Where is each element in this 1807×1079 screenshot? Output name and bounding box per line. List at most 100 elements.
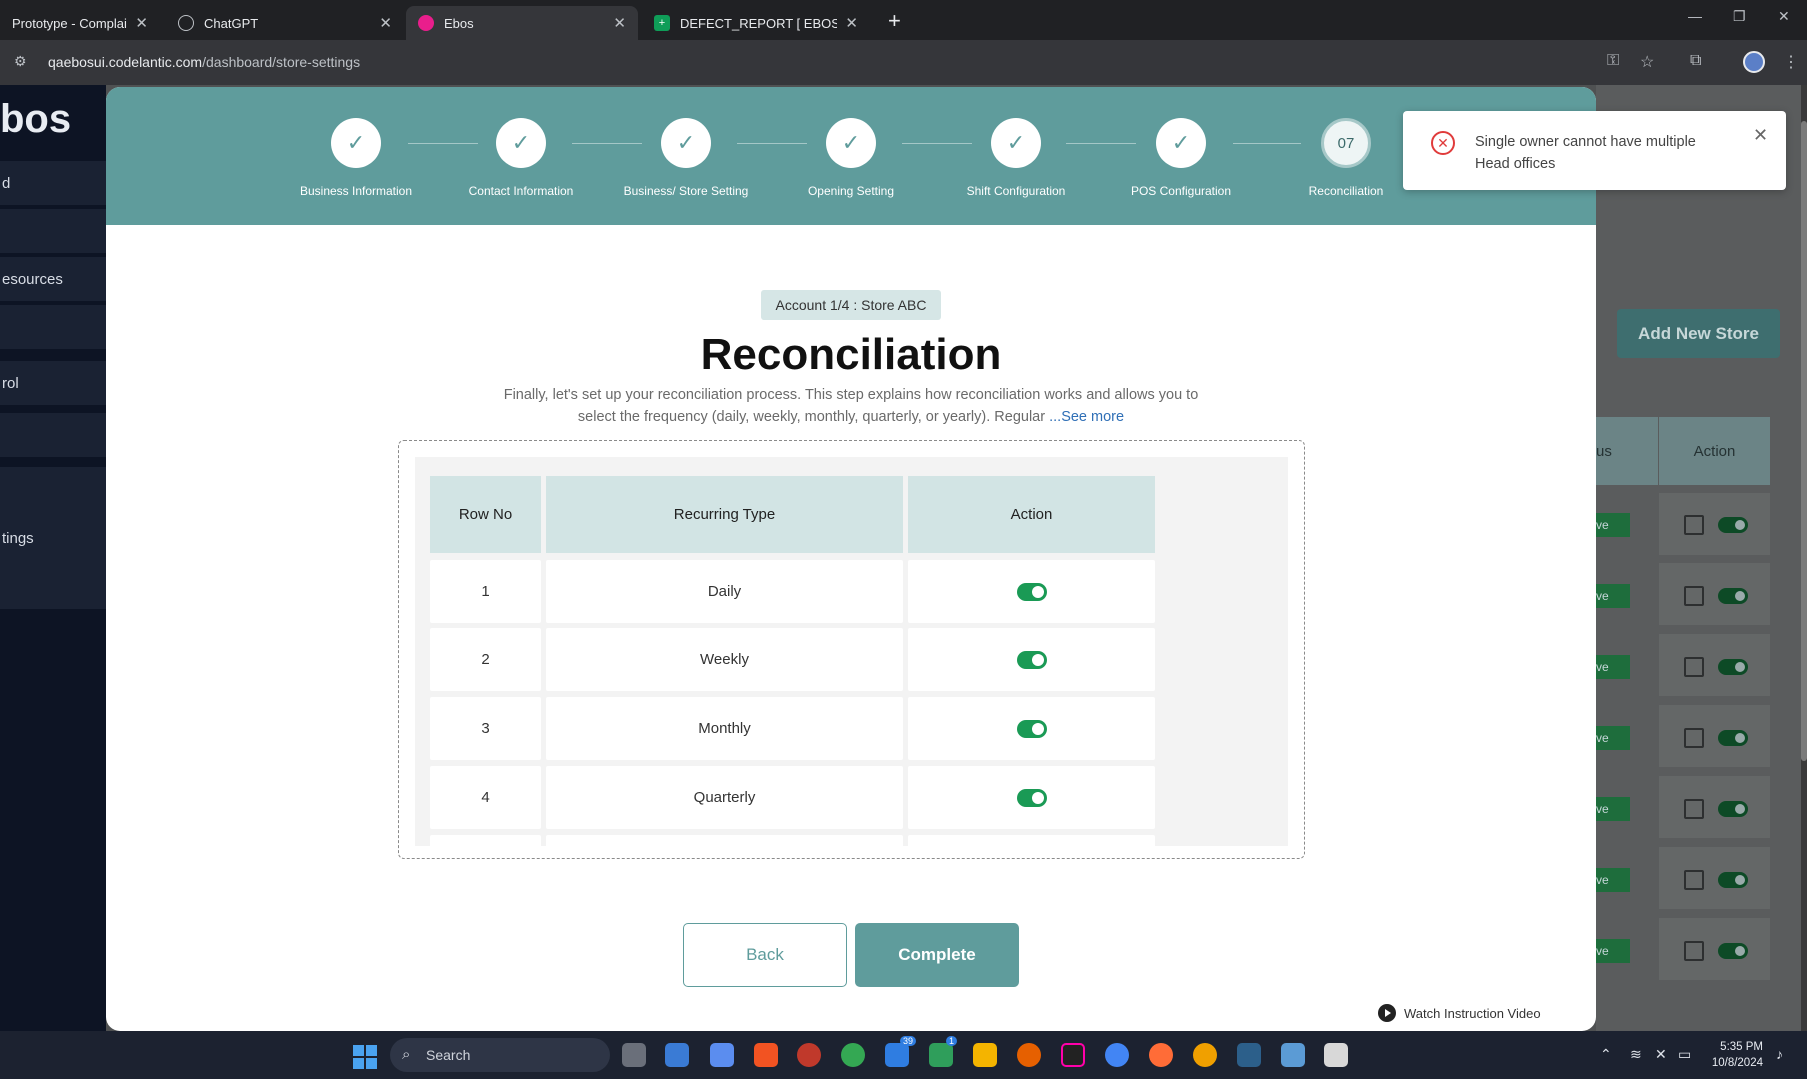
back-button[interactable]: Back — [683, 923, 847, 987]
notification-bell-icon[interactable]: ♪ — [1776, 1046, 1783, 1062]
error-toast: ✕ Single owner cannot have multiple Head… — [1403, 111, 1786, 190]
page-scrollbar-thumb[interactable] — [1801, 121, 1807, 761]
file-explorer-icon[interactable] — [973, 1043, 997, 1067]
extensions-icon[interactable]: ⧉ — [1690, 52, 1701, 70]
step-business-information[interactable]: ✓ Business Information — [271, 118, 441, 198]
watch-instruction-video-link[interactable]: Watch Instruction Video — [1378, 1004, 1541, 1022]
new-tab-button[interactable]: + — [888, 8, 901, 34]
task-view-icon[interactable] — [622, 1043, 646, 1067]
status-toggle[interactable] — [1718, 872, 1748, 888]
minimize-icon[interactable]: — — [1688, 8, 1702, 24]
bookmark-star-icon[interactable]: ☆ — [1640, 52, 1654, 72]
daily-toggle[interactable] — [1016, 582, 1047, 601]
jetbrains-icon[interactable] — [1061, 1043, 1085, 1067]
edit-icon[interactable] — [1684, 515, 1704, 535]
window-close-icon[interactable]: ✕ — [1778, 8, 1790, 25]
see-more-link[interactable]: ...See more — [1049, 409, 1124, 425]
status-toggle[interactable] — [1718, 517, 1748, 533]
url-domain: qaebosui.codelantic.com — [48, 54, 203, 70]
status-toggle[interactable] — [1718, 801, 1748, 817]
show-hidden-icons-icon[interactable]: ⌃ — [1600, 1046, 1612, 1063]
app-icon[interactable] — [1324, 1043, 1348, 1067]
sidebar-item-blank-2[interactable] — [0, 305, 106, 349]
toast-close-icon[interactable]: ✕ — [1753, 125, 1768, 146]
status-toggle[interactable] — [1718, 588, 1748, 604]
step-number: 07 — [1321, 118, 1371, 168]
windows-start-icon[interactable] — [353, 1045, 377, 1069]
row-number: 2 — [430, 628, 541, 691]
add-new-store-button[interactable]: Add New Store — [1617, 309, 1780, 358]
reconciliation-table[interactable]: Row No Recurring Type Action 1 Daily 2 W… — [415, 457, 1288, 846]
firefox-icon[interactable] — [1017, 1043, 1041, 1067]
edit-icon[interactable] — [1684, 728, 1704, 748]
app-icon[interactable] — [1193, 1043, 1217, 1067]
app-icon[interactable] — [1237, 1043, 1261, 1067]
copilot-icon[interactable] — [710, 1043, 734, 1067]
quarterly-toggle[interactable] — [1016, 788, 1047, 807]
action-cell — [908, 697, 1155, 760]
complete-button[interactable]: Complete — [855, 923, 1019, 987]
sidebar-item-settings[interactable]: tings — [0, 467, 106, 609]
browser-tab-bar: Prototype - Complains W ✕ ChatGPT ✕ Ebos… — [0, 0, 1807, 40]
password-key-icon[interactable]: ⚿ — [1607, 52, 1619, 70]
browser-tab-chatgpt[interactable]: ChatGPT ✕ — [166, 6, 404, 40]
url-field[interactable]: qaebosui.codelantic.com/dashboard/store-… — [48, 54, 360, 70]
monthly-toggle[interactable] — [1016, 719, 1047, 738]
edit-icon[interactable] — [1684, 870, 1704, 890]
tab-title: DEFECT_REPORT [ EBOS ] - Goo — [680, 15, 838, 31]
edit-icon[interactable] — [1684, 586, 1704, 606]
close-icon[interactable]: ✕ — [613, 14, 626, 32]
browser-tab-ebos[interactable]: Ebos ✕ — [406, 6, 638, 40]
close-icon[interactable]: ✕ — [845, 14, 858, 32]
action-cell — [908, 560, 1155, 623]
profile-avatar[interactable] — [1743, 51, 1765, 73]
app-icon[interactable] — [929, 1043, 953, 1067]
check-icon: ✓ — [991, 118, 1041, 168]
edit-icon[interactable] — [1684, 941, 1704, 961]
status-toggle[interactable] — [1718, 730, 1748, 746]
brave-icon[interactable] — [754, 1043, 778, 1067]
edit-icon[interactable] — [1684, 657, 1704, 677]
status-toggle[interactable] — [1718, 659, 1748, 675]
step-contact-information[interactable]: ✓ Contact Information — [436, 118, 606, 198]
weekly-toggle[interactable] — [1016, 650, 1047, 669]
step-shift-configuration[interactable]: ✓ Shift Configuration — [931, 118, 1101, 198]
mail-icon[interactable] — [885, 1043, 909, 1067]
more-menu-icon[interactable]: ⋮ — [1783, 52, 1799, 72]
chrome-profile-icon[interactable] — [1105, 1043, 1129, 1067]
recorder-icon[interactable] — [797, 1043, 821, 1067]
check-icon: ✓ — [1156, 118, 1206, 168]
site-info-icon[interactable]: ⚙ — [14, 53, 32, 71]
wifi-icon[interactable]: ≋ — [1630, 1046, 1642, 1063]
address-bar: ⚙ qaebosui.codelantic.com/dashboard/stor… — [0, 40, 1807, 85]
status-toggle[interactable] — [1718, 943, 1748, 959]
browser-tab-defect-report[interactable]: + DEFECT_REPORT [ EBOS ] - Goo ✕ — [642, 6, 870, 40]
mail-badge: 39 — [900, 1036, 917, 1046]
step-business-store-setting[interactable]: ✓ Business/ Store Setting — [601, 118, 771, 198]
edit-icon[interactable] — [1684, 799, 1704, 819]
sidebar-item-control[interactable]: rol — [0, 361, 106, 405]
close-icon[interactable]: ✕ — [135, 14, 148, 32]
row-number: 4 — [430, 766, 541, 829]
close-icon[interactable]: ✕ — [379, 14, 392, 32]
taskbar-clock[interactable]: 5:35 PM 10/8/2024 — [1705, 1039, 1763, 1071]
sidebar-item-blank-3[interactable] — [0, 413, 106, 457]
volume-muted-icon[interactable]: ✕ — [1655, 1046, 1667, 1063]
tab-title: Prototype - Complains W — [12, 15, 127, 31]
app-icon[interactable] — [665, 1043, 689, 1067]
battery-icon[interactable]: ▭ — [1678, 1046, 1691, 1063]
step-pos-configuration[interactable]: ✓ POS Configuration — [1096, 118, 1266, 198]
restore-icon[interactable]: ❐ — [1733, 8, 1746, 25]
tab-title: Ebos — [444, 15, 474, 31]
browser-tab-prototype[interactable]: Prototype - Complains W ✕ — [0, 6, 160, 40]
notepad-icon[interactable] — [1281, 1043, 1305, 1067]
taskbar-search[interactable]: ⌕ Search — [390, 1038, 610, 1072]
chatgpt-icon — [178, 15, 194, 31]
status-badge: ve — [1596, 513, 1630, 537]
chrome-icon[interactable] — [841, 1043, 865, 1067]
sidebar-item-blank-1[interactable] — [0, 209, 106, 253]
step-opening-setting[interactable]: ✓ Opening Setting — [766, 118, 936, 198]
sidebar-item-dashboard[interactable]: d — [0, 161, 106, 205]
sidebar-item-resources[interactable]: esources — [0, 257, 106, 301]
postman-icon[interactable] — [1149, 1043, 1173, 1067]
